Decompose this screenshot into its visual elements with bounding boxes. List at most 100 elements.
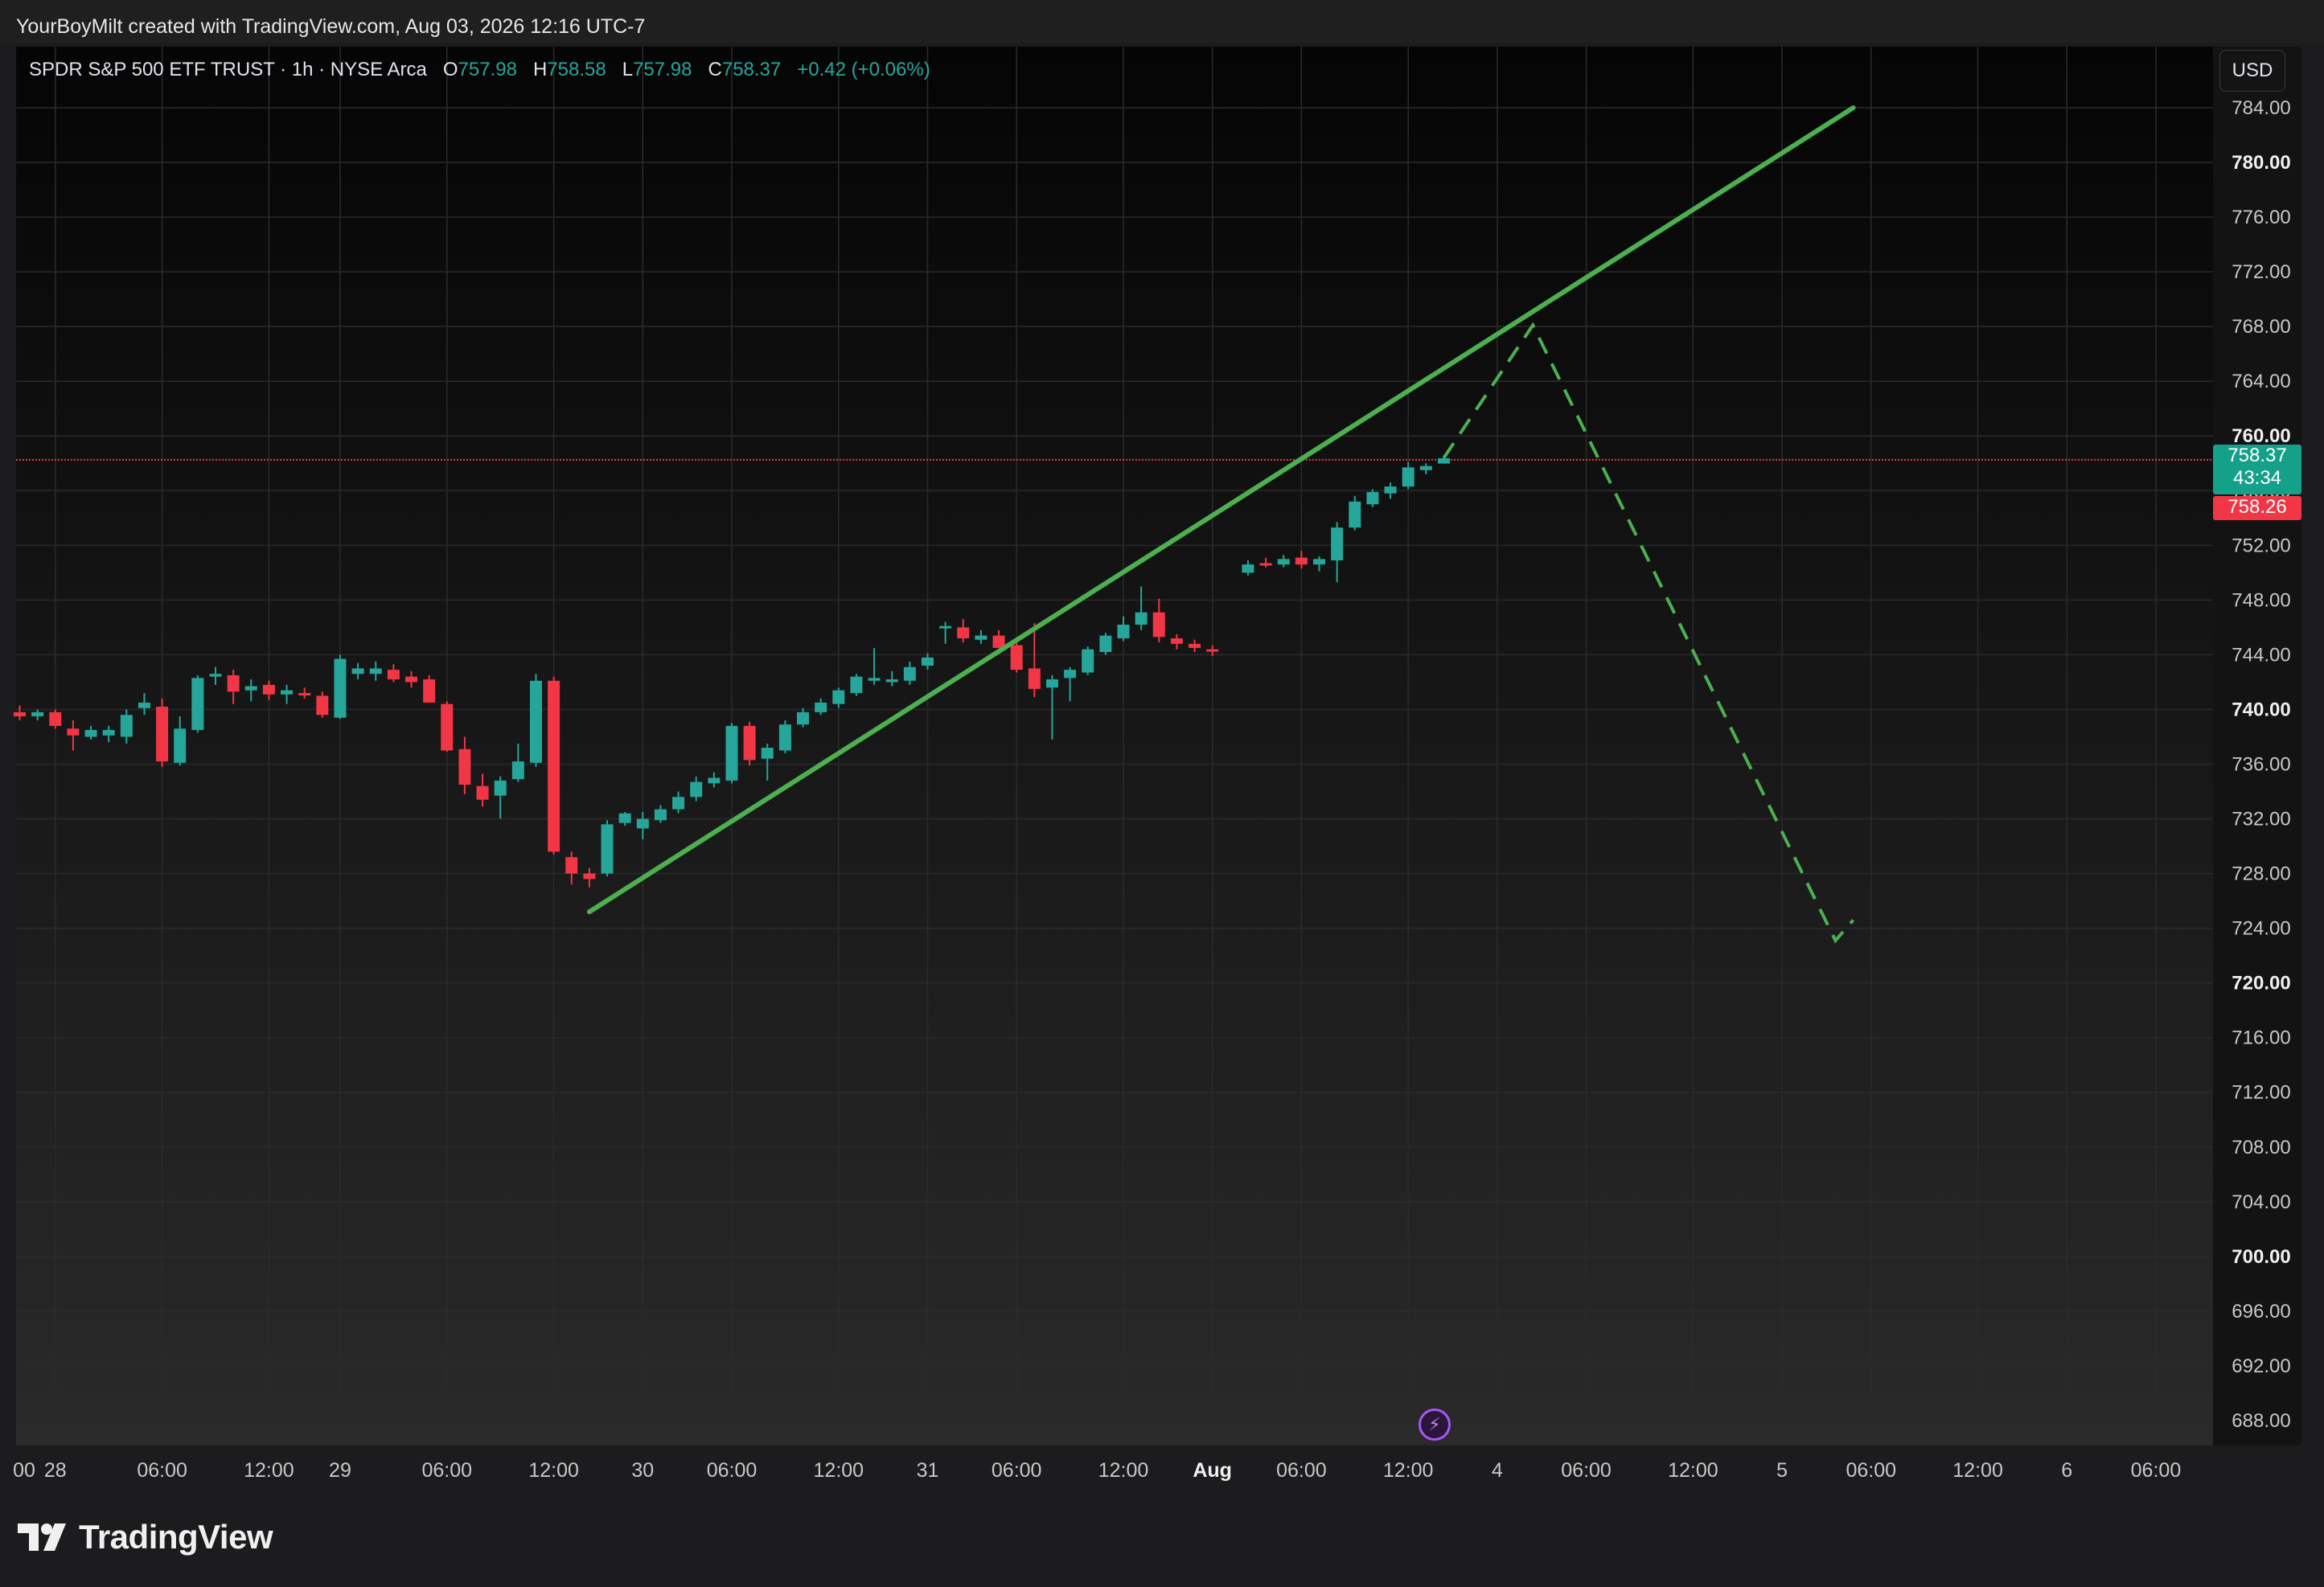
candle-body: [120, 715, 133, 737]
candle-body: [441, 703, 454, 751]
price-tick-label: 708.00: [2232, 1137, 2290, 1158]
low-label: L: [622, 59, 634, 80]
lightning-icon[interactable]: ⚡: [1419, 1409, 1451, 1441]
candle-body: [868, 678, 881, 681]
price-tick-label: 776.00: [2232, 207, 2290, 228]
price-tick-label: 712.00: [2232, 1082, 2290, 1104]
candle-body: [369, 668, 382, 675]
candle: [49, 709, 62, 729]
price-tick-label: 732.00: [2232, 809, 2290, 830]
candle-body: [405, 676, 418, 683]
candle-body: [903, 666, 916, 681]
candle: [191, 675, 204, 733]
candle-body: [743, 725, 756, 761]
candle-body: [565, 857, 578, 874]
price-tick-label: 724.00: [2232, 918, 2290, 940]
time-tick-label: 06:00: [1276, 1459, 1327, 1482]
candle-body: [298, 693, 311, 696]
plot-background: [16, 47, 2213, 1446]
bar-countdown: 43:34: [2232, 467, 2282, 489]
candle-body: [1189, 643, 1201, 648]
time-tick-label: 06:00: [1846, 1459, 1896, 1482]
candle-body: [423, 679, 436, 703]
candle-body: [1082, 649, 1094, 673]
candle-body: [1028, 668, 1041, 689]
symbol-legend[interactable]: SPDR S&P 500 ETF TRUST · 1h · NYSE Arca …: [29, 59, 930, 81]
close-value: 758.37: [721, 59, 782, 80]
candle: [423, 675, 436, 703]
candle: [850, 674, 863, 696]
time-tick-label: 12:00: [1952, 1459, 2003, 1482]
candle-body: [601, 824, 614, 874]
candle: [548, 676, 560, 855]
candle: [1010, 642, 1023, 673]
candle-body: [1045, 679, 1058, 688]
tradingview-logo-text: TradingView: [79, 1518, 273, 1556]
candle-body: [921, 657, 934, 666]
price-tick-label: 768.00: [2232, 316, 2290, 338]
candle-body: [618, 813, 631, 823]
close-label: C: [708, 59, 722, 80]
time-tick-label: 06:00: [137, 1459, 187, 1482]
price-tick-label: 772.00: [2232, 261, 2290, 283]
candle-body: [209, 674, 222, 677]
candle-body: [708, 777, 721, 784]
price-tick-label: 716.00: [2232, 1027, 2290, 1049]
time-tick-label: 06:00: [707, 1459, 758, 1482]
open-value: 757.98: [458, 59, 517, 80]
symbol-name[interactable]: SPDR S&P 500 ETF TRUST · 1h · NYSE Arca: [29, 59, 427, 80]
candle-body: [957, 627, 970, 639]
price-tick-label: 748.00: [2232, 589, 2290, 611]
time-tick-label: 29: [329, 1459, 351, 1482]
time-tick-label: 4: [1492, 1459, 1503, 1482]
candle-body: [262, 684, 275, 695]
candle: [601, 820, 614, 876]
low-value: 757.98: [633, 59, 692, 80]
time-tick-label: 00: [13, 1459, 35, 1482]
candle-body: [1242, 564, 1254, 573]
candle-body: [1277, 559, 1290, 565]
currency-button[interactable]: USD: [2219, 50, 2285, 92]
candle-body: [1259, 563, 1272, 566]
footer: [0, 1495, 2324, 1587]
prev-close-tag: 758.26: [2213, 496, 2301, 520]
time-tick-label: 06:00: [1561, 1459, 1612, 1482]
high-value: 758.58: [547, 59, 606, 80]
candle-body: [1384, 486, 1397, 494]
candle-body: [511, 761, 524, 780]
candle: [334, 654, 347, 720]
candle-body: [832, 690, 845, 704]
candle-body: [1349, 501, 1361, 528]
last-price-value: 758.37: [2228, 445, 2287, 466]
candle-body: [1152, 612, 1165, 638]
candle-body: [815, 702, 827, 712]
candle-body: [761, 748, 774, 759]
candle-body: [1064, 670, 1077, 679]
candle-body: [49, 711, 62, 726]
candle: [1082, 646, 1094, 675]
candle-body: [583, 873, 596, 880]
candle-body: [14, 711, 26, 716]
candle-body: [281, 690, 294, 695]
candle-body: [244, 686, 257, 691]
candle-body: [939, 625, 952, 629]
time-tick-label: 6: [2061, 1459, 2072, 1482]
time-tick-label: 12:00: [1668, 1459, 1718, 1482]
price-tick-label: 752.00: [2232, 535, 2290, 556]
tradingview-logo[interactable]: TradingView: [18, 1518, 273, 1556]
price-tick-label: 740.00: [2232, 699, 2290, 720]
time-tick-label: 12:00: [1383, 1459, 1434, 1482]
chart[interactable]: 784.00780.00776.00772.00768.00764.00760.…: [0, 0, 2324, 1495]
time-tick-label: 06:00: [992, 1459, 1042, 1482]
candle-body: [1135, 612, 1148, 625]
candle-body: [1117, 624, 1130, 639]
price-tick-label: 784.00: [2232, 97, 2290, 119]
candle-body: [156, 707, 169, 762]
time-tick-label: Aug: [1193, 1459, 1232, 1482]
time-axis: 00 28 06:00 12:00 29 06:00 12:00 30 06:00 12:00 31…: [13, 1459, 2181, 1482]
candle-body: [1206, 649, 1219, 652]
last-price-tag: 758.37 43:34: [2213, 445, 2301, 494]
candle-body: [1099, 635, 1112, 653]
time-tick-label: 12:00: [528, 1459, 579, 1482]
candle-body: [1170, 638, 1183, 644]
